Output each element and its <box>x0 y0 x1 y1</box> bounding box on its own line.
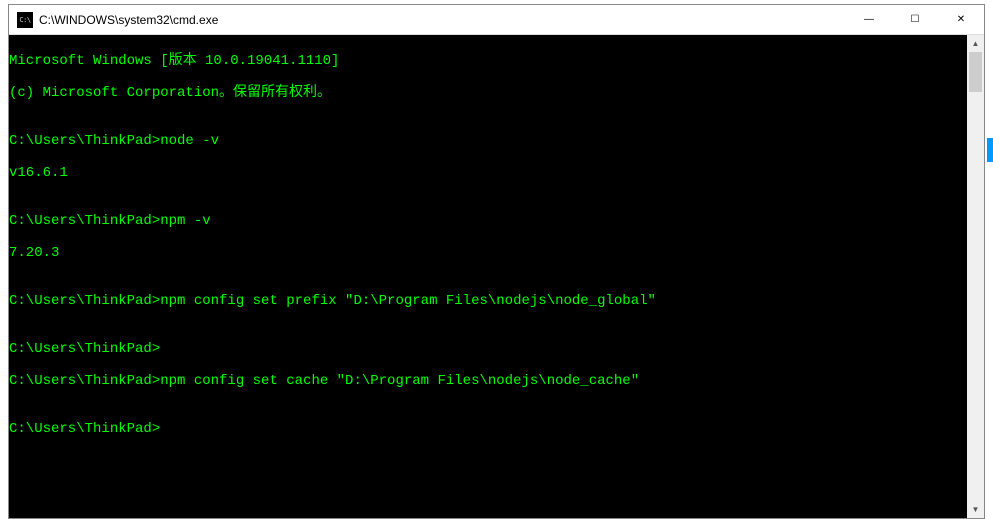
side-marker <box>987 138 993 162</box>
console-line: C:\Users\ThinkPad>npm config set cache "… <box>9 373 967 389</box>
scroll-track[interactable] <box>967 52 984 501</box>
cmd-icon: C:\ <box>17 12 33 28</box>
cursor <box>160 423 168 437</box>
window-title: C:\WINDOWS\system32\cmd.exe <box>39 13 218 27</box>
window-controls: — ☐ ✕ <box>846 5 984 34</box>
console-output[interactable]: Microsoft Windows [版本 10.0.19041.1110] (… <box>9 35 967 518</box>
scroll-thumb[interactable] <box>969 52 982 92</box>
console-prompt: C:\Users\ThinkPad> <box>9 421 967 437</box>
console-line: (c) Microsoft Corporation。保留所有权利。 <box>9 85 967 101</box>
cmd-window: C:\ C:\WINDOWS\system32\cmd.exe — ☐ ✕ Mi… <box>8 4 985 519</box>
maximize-button[interactable]: ☐ <box>892 5 938 34</box>
console-area: Microsoft Windows [版本 10.0.19041.1110] (… <box>9 35 984 518</box>
console-line: C:\Users\ThinkPad>npm -v <box>9 213 967 229</box>
console-line: C:\Users\ThinkPad> <box>9 341 967 357</box>
console-line: C:\Users\ThinkPad>npm config set prefix … <box>9 293 967 309</box>
scroll-down-button[interactable]: ▼ <box>967 501 984 518</box>
console-line: 7.20.3 <box>9 245 967 261</box>
prompt-text: C:\Users\ThinkPad> <box>9 421 160 437</box>
minimize-button[interactable]: — <box>846 5 892 34</box>
title-bar[interactable]: C:\ C:\WINDOWS\system32\cmd.exe — ☐ ✕ <box>9 5 984 35</box>
vertical-scrollbar[interactable]: ▲ ▼ <box>967 35 984 518</box>
scroll-up-button[interactable]: ▲ <box>967 35 984 52</box>
console-line: C:\Users\ThinkPad>node -v <box>9 133 967 149</box>
close-button[interactable]: ✕ <box>938 5 984 34</box>
console-line: v16.6.1 <box>9 165 967 181</box>
console-line: Microsoft Windows [版本 10.0.19041.1110] <box>9 53 967 69</box>
